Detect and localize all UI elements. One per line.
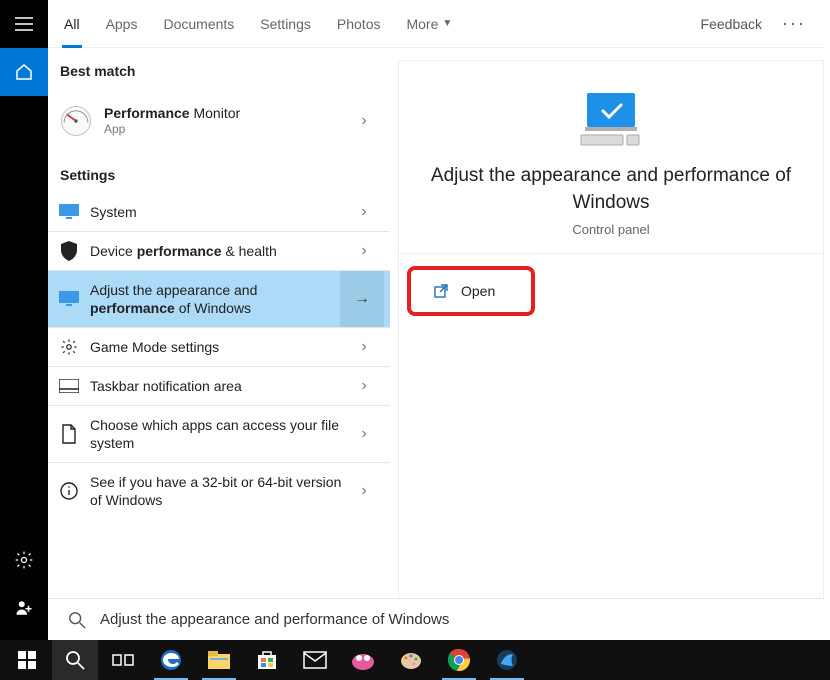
gauge-icon [58, 103, 94, 139]
document-icon [58, 423, 80, 445]
search-input[interactable] [100, 611, 824, 628]
taskbar-explorer[interactable] [196, 640, 242, 680]
result-32-64-bit[interactable]: See if you have a 32-bit or 64-bit versi… [48, 463, 390, 519]
tab-settings[interactable]: Settings [260, 0, 311, 47]
preview-hero-icon [429, 89, 793, 149]
start-rail [0, 0, 48, 640]
chevron-right-icon[interactable]: › [344, 377, 384, 395]
taskbar-edge[interactable] [148, 640, 194, 680]
gear-icon [58, 336, 80, 358]
result-subtitle: App [104, 122, 344, 138]
taskbar-search-button[interactable] [52, 640, 98, 680]
chevron-right-icon[interactable]: › [344, 112, 384, 130]
tab-photos[interactable]: Photos [337, 0, 381, 47]
feedback-link[interactable]: Feedback [701, 16, 762, 32]
taskbar-app-blue[interactable] [484, 640, 530, 680]
chevron-right-icon[interactable]: › [344, 203, 384, 221]
result-taskbar-notification[interactable]: Taskbar notification area › [48, 367, 390, 405]
expand-arrow-button[interactable]: → [340, 271, 384, 327]
monitor-icon [58, 201, 80, 223]
tab-more[interactable]: More▼ [406, 0, 452, 47]
chevron-right-icon[interactable]: › [344, 338, 384, 356]
taskbar-app-pink[interactable] [340, 640, 386, 680]
info-icon [58, 480, 80, 502]
taskbar-paint[interactable] [388, 640, 434, 680]
taskbar-mail[interactable] [292, 640, 338, 680]
preview-subtitle: Control panel [429, 222, 793, 237]
taskbar-icon [58, 375, 80, 397]
task-view-button[interactable] [100, 640, 146, 680]
taskbar-chrome[interactable] [436, 640, 482, 680]
user-rail-icon[interactable] [0, 584, 48, 632]
result-title-strong: Performance [104, 105, 190, 121]
chevron-right-icon[interactable]: › [344, 482, 384, 500]
section-settings: Settings [48, 153, 390, 193]
search-bar[interactable] [48, 598, 824, 640]
monitor-icon [58, 288, 80, 310]
taskbar-store[interactable] [244, 640, 290, 680]
preview-pane: Adjust the appearance and performance of… [398, 60, 824, 600]
result-performance-monitor[interactable]: Performance Monitor App › [48, 89, 390, 153]
tab-apps[interactable]: Apps [106, 0, 138, 47]
open-button[interactable]: Open [423, 274, 529, 308]
scope-bar: All Apps Documents Settings Photos More▼… [48, 0, 824, 48]
results-list: Best match Performance Monitor App › Set… [48, 49, 390, 600]
home-button[interactable] [0, 48, 48, 96]
settings-rail-icon[interactable] [0, 536, 48, 584]
chevron-right-icon[interactable]: › [344, 242, 384, 260]
open-external-icon [433, 283, 449, 299]
overflow-button[interactable]: ··· [782, 13, 806, 34]
shield-icon [58, 240, 80, 262]
preview-title: Adjust the appearance and performance of… [429, 163, 793, 216]
result-adjust-appearance[interactable]: Adjust the appearance and performance of… [48, 271, 390, 327]
tab-documents[interactable]: Documents [163, 0, 234, 47]
search-icon [68, 611, 86, 629]
result-system[interactable]: System › [48, 193, 390, 231]
start-button[interactable] [4, 640, 50, 680]
result-choose-apps-fs[interactable]: Choose which apps can access your file s… [48, 406, 390, 462]
taskbar [0, 640, 830, 680]
result-device-performance[interactable]: Device performance & health › [48, 232, 390, 270]
result-game-mode[interactable]: Game Mode settings › [48, 328, 390, 366]
hamburger-button[interactable] [0, 0, 48, 48]
section-best-match: Best match [48, 49, 390, 89]
chevron-right-icon[interactable]: › [344, 425, 384, 443]
tab-all[interactable]: All [64, 0, 80, 47]
